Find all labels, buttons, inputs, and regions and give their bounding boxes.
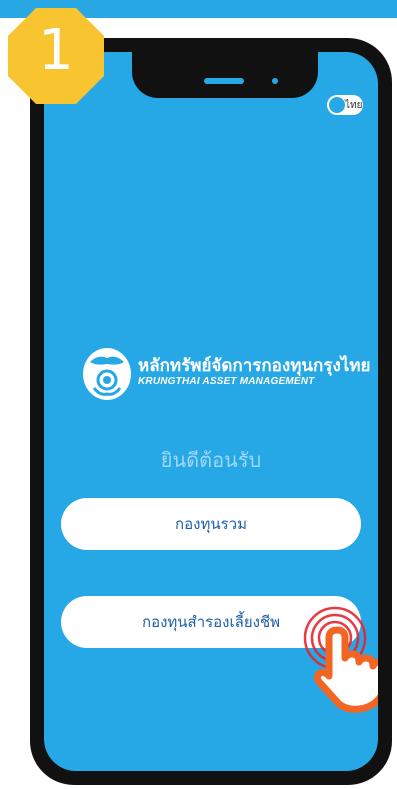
krungthai-logo-icon [83, 348, 131, 400]
brand-name-thai: หลักทรัพย์จัดการกองทุนกรุงไทย [138, 356, 371, 376]
step-number: 1 [38, 18, 74, 83]
brand-logo: หลักทรัพย์จัดการกองทุนกรุงไทย KRUNGTHAI … [80, 344, 378, 404]
toggle-knob [329, 97, 345, 113]
speaker-icon [204, 78, 244, 84]
language-toggle[interactable]: ไทย [327, 95, 363, 115]
camera-icon [272, 78, 278, 84]
brand-name-english: KRUNGTHAI ASSET MANAGEMENT [138, 376, 315, 387]
welcome-text: ยินดีต้อนรับ [160, 448, 262, 472]
language-label: ไทย [345, 100, 363, 111]
mutual-fund-button[interactable]: กองทุนรวม [61, 498, 361, 550]
phone-notch [132, 52, 318, 98]
phone-frame: ไทย หลักทรัพย์จัดการกองทุนกรุงไทย KRUNGT… [30, 38, 392, 785]
pointing-hand-icon [303, 606, 378, 713]
step-badge: 1 [6, 6, 106, 106]
phone-screen: ไทย หลักทรัพย์จัดการกองทุนกรุงไทย KRUNGT… [44, 52, 378, 771]
